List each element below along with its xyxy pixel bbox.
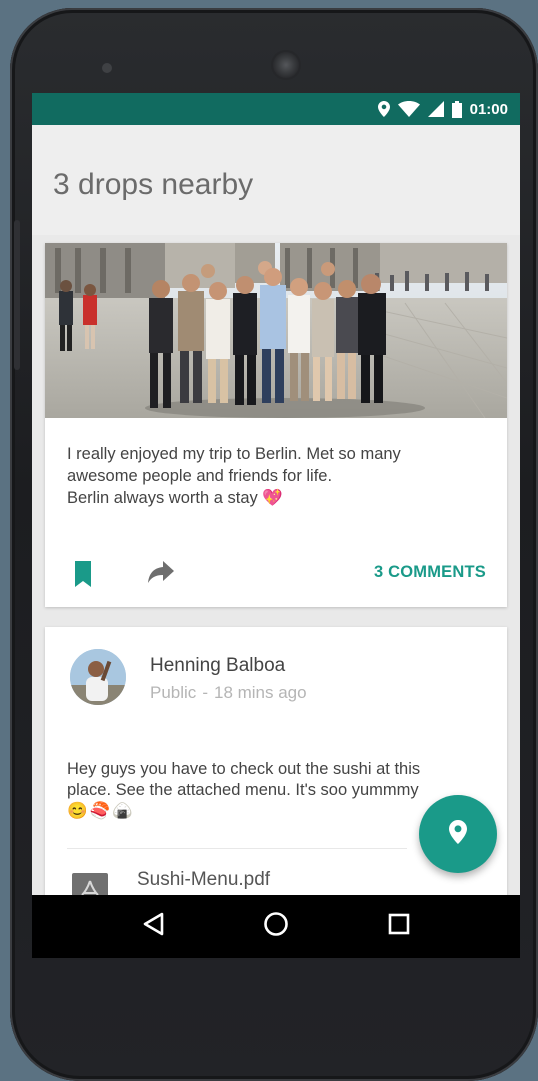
recents-button[interactable] <box>379 907 419 947</box>
author-name[interactable]: Henning Balboa <box>150 655 285 677</box>
bookmark-icon[interactable] <box>73 561 93 592</box>
home-button[interactable] <box>256 907 296 947</box>
post-time: 18 mins ago <box>213 683 307 702</box>
signal-icon <box>427 101 444 117</box>
post-text-line-content: Berlin always worth a stay <box>67 489 258 507</box>
divider <box>67 848 407 849</box>
post-text-line: awesome people and friends for life. <box>67 467 333 485</box>
location-fab-button[interactable] <box>419 795 497 873</box>
share-icon[interactable] <box>148 561 174 588</box>
status-time: 01:00 <box>469 100 508 118</box>
heart-emoji: 💖 <box>262 489 283 507</box>
back-button[interactable] <box>133 907 173 947</box>
post-card[interactable]: I really enjoyed my trip to Berlin. Met … <box>45 243 507 607</box>
navigation-bar <box>32 895 520 958</box>
back-icon <box>142 912 164 941</box>
post-actions: 3 COMMENTS <box>45 555 507 595</box>
meta-separator: - <box>202 683 208 702</box>
attachment-name[interactable]: Sushi-Menu.pdf <box>137 869 270 891</box>
home-icon <box>263 911 289 942</box>
battery-icon <box>451 100 462 118</box>
post-text-line: place. See the attached menu. It's soo y… <box>67 781 419 799</box>
front-camera <box>102 63 112 73</box>
status-bar: 01:00 <box>32 93 520 125</box>
screen: 01:00 3 drops nearby I really enjoyed my… <box>32 93 520 958</box>
avatar[interactable] <box>70 649 126 705</box>
post-text-line: Berlin always worth a stay 💖 <box>67 487 487 509</box>
wifi-icon <box>397 101 420 117</box>
page-title: 3 drops nearby <box>53 168 254 201</box>
comments-button[interactable]: 3 COMMENTS <box>374 563 486 582</box>
recents-icon <box>388 913 410 940</box>
rice-ball-emoji: 🍙 <box>112 802 133 821</box>
visibility-label: Public <box>150 683 197 702</box>
speaker <box>273 52 299 78</box>
post-text-line: Hey guys you have to check out the sushi… <box>67 760 421 778</box>
location-icon <box>449 819 467 849</box>
smile-emoji: 😊 <box>67 802 88 821</box>
post-photo[interactable] <box>45 243 507 418</box>
post-meta: Public -18 mins ago <box>150 683 307 703</box>
power-button <box>14 220 20 370</box>
post-text: I really enjoyed my trip to Berlin. Met … <box>67 443 487 509</box>
post-text-line: I really enjoyed my trip to Berlin. Met … <box>67 445 401 463</box>
sushi-emoji: 🍣 <box>89 802 111 821</box>
location-icon <box>377 101 390 117</box>
